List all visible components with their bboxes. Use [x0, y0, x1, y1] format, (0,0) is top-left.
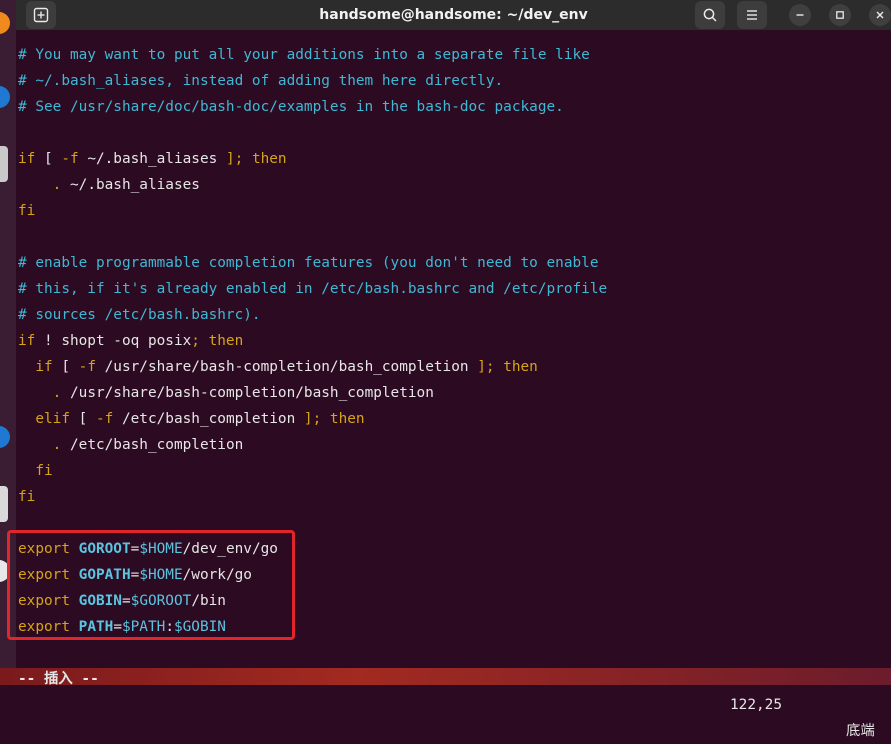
minimize-icon [796, 14, 804, 16]
code-token: ~/.bash_aliases [78, 151, 226, 167]
code-token: # You may want to put all your additions… [18, 47, 590, 63]
hamburger-menu-icon [747, 10, 757, 20]
title-bar: handsome@handsome: ~/dev_env [16, 0, 891, 30]
code-token: fi [18, 203, 36, 219]
code-line: if [ -f /usr/share/bash-completion/bash_… [18, 354, 891, 380]
close-button[interactable] [869, 4, 891, 26]
code-token: fi [35, 463, 53, 479]
code-line: # See /usr/share/doc/bash-doc/examples i… [18, 94, 891, 120]
scroll-position: 底端 [846, 723, 875, 739]
files-icon[interactable] [0, 146, 8, 182]
code-line: . /usr/share/bash-completion/bash_comple… [18, 380, 891, 406]
maximize-icon [836, 11, 844, 19]
code-token: # enable programmable completion feature… [18, 255, 599, 271]
vim-status-line: -- 插入 -- 122,25 底端 [18, 640, 891, 739]
code-token: /etc/bash_completion [61, 437, 244, 453]
code-token: /usr/share/bash-completion/bash_completi… [61, 385, 434, 401]
desktop-background-strip [0, 668, 891, 685]
code-line: elif [ -f /etc/bash_completion ]; then [18, 406, 891, 432]
code-token: /usr/share/bash-completion/bash_completi… [95, 359, 478, 375]
code-token: ]; then [477, 359, 538, 375]
code-line: # enable programmable completion feature… [18, 250, 891, 276]
code-token: if [18, 151, 36, 167]
maximize-button[interactable] [829, 4, 851, 26]
code-token: [ [69, 411, 96, 427]
search-button[interactable] [695, 1, 725, 29]
code-token: /etc/bash_completion [113, 411, 304, 427]
cursor-position: 122,25 [730, 697, 782, 713]
code-line: if [ -f ~/.bash_aliases ]; then [18, 146, 891, 172]
code-token: ! shopt -oq posix [35, 333, 192, 349]
code-token: # See /usr/share/doc/bash-doc/examples i… [18, 99, 564, 115]
new-tab-button[interactable] [26, 1, 56, 29]
code-token: ~/.bash_aliases [61, 177, 200, 193]
menu-button[interactable] [737, 1, 767, 29]
terminal-icon[interactable] [0, 486, 8, 522]
app-icon[interactable] [0, 426, 10, 448]
thunderbird-icon[interactable] [0, 86, 10, 108]
code-token: ; then [191, 333, 244, 349]
code-line: # You may want to put all your additions… [18, 42, 891, 68]
code-line: if ! shopt -oq posix; then [18, 328, 891, 354]
code-line: fi [18, 198, 891, 224]
minimize-button[interactable] [789, 4, 811, 26]
code-token: ]; then [225, 151, 287, 167]
code-token: -f [78, 359, 96, 375]
code-token: -f [95, 411, 114, 427]
code-line: # sources /etc/bash.bashrc). [18, 302, 891, 328]
code-token: fi [18, 489, 36, 505]
code-line: . /etc/bash_completion [18, 432, 891, 458]
code-token: # sources /etc/bash.bashrc). [18, 307, 261, 323]
code-line: fi [18, 484, 891, 510]
code-token: [ [52, 359, 79, 375]
code-token: [ [35, 151, 62, 167]
close-icon [876, 11, 884, 19]
highlight-box [7, 530, 295, 640]
code-line: # this, if it's already enabled in /etc/… [18, 276, 891, 302]
firefox-icon[interactable] [0, 12, 10, 34]
code-token: -f [61, 151, 79, 167]
code-token: # ~/.bash_aliases, instead of adding the… [18, 73, 504, 89]
code-token: # this, if it's already enabled in /etc/… [18, 281, 608, 297]
vim-mode-indicator: -- 插入 -- [18, 671, 99, 687]
new-tab-icon [33, 7, 49, 23]
code-line: . ~/.bash_aliases [18, 172, 891, 198]
code-token: ]; then [303, 411, 365, 427]
search-icon [703, 8, 717, 22]
code-line: fi [18, 458, 891, 484]
code-token: if [35, 359, 53, 375]
code-line: # ~/.bash_aliases, instead of adding the… [18, 68, 891, 94]
code-token: if [18, 333, 36, 349]
code-token: elif [35, 411, 70, 427]
